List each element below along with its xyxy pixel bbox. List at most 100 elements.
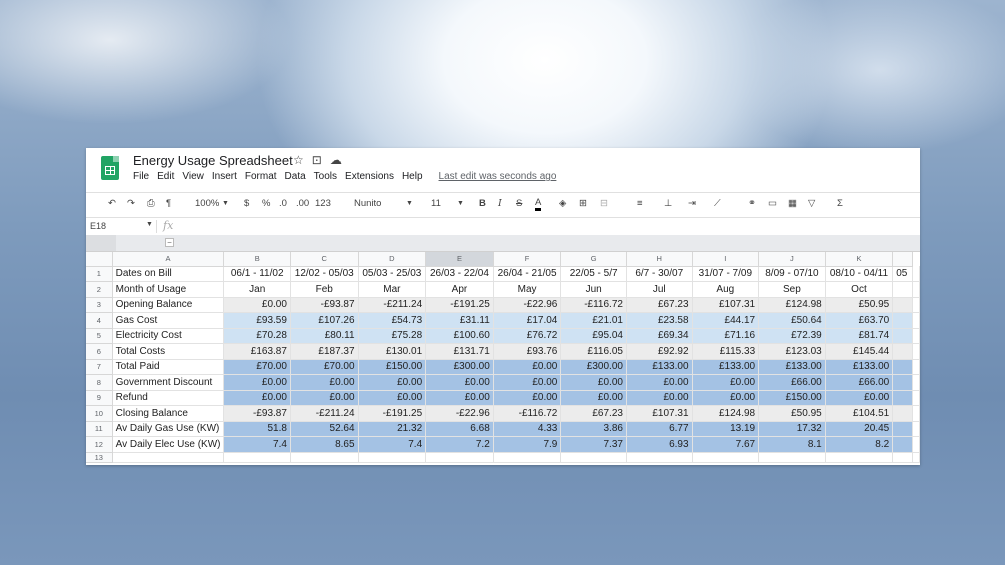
- table-cell[interactable]: [892, 297, 913, 313]
- table-cell[interactable]: [912, 343, 920, 360]
- table-cell[interactable]: 22/05 - 5/7: [560, 266, 627, 282]
- column-header-a[interactable]: A: [112, 252, 225, 267]
- table-cell[interactable]: £100.60: [425, 328, 494, 344]
- table-cell[interactable]: £0.00: [692, 390, 760, 406]
- table-cell[interactable]: £92.92: [626, 343, 693, 360]
- row-label-cell[interactable]: Total Costs: [112, 343, 225, 360]
- table-cell[interactable]: £70.00: [290, 359, 359, 375]
- row-header[interactable]: 6: [86, 343, 113, 360]
- table-cell[interactable]: 52.64: [290, 421, 359, 437]
- table-cell[interactable]: [358, 452, 427, 463]
- italic-button[interactable]: I: [498, 198, 502, 209]
- table-cell[interactable]: [912, 281, 920, 298]
- table-cell[interactable]: £133.00: [692, 359, 760, 375]
- table-cell[interactable]: 05/03 - 25/03: [358, 266, 427, 282]
- table-cell[interactable]: £0.00: [692, 374, 760, 391]
- table-cell[interactable]: 8.2: [825, 436, 894, 453]
- move-folder-icon[interactable]: ⊡: [312, 153, 322, 167]
- table-cell[interactable]: 6/7 - 30/07: [626, 266, 693, 282]
- table-cell[interactable]: [912, 312, 920, 329]
- row-header[interactable]: 12: [86, 436, 113, 453]
- table-cell[interactable]: £80.11: [290, 328, 359, 344]
- table-cell[interactable]: £0.00: [493, 359, 562, 375]
- menu-format[interactable]: Format: [245, 171, 277, 182]
- text-rotation-icon[interactable]: ⟋: [714, 198, 721, 209]
- text-color-button[interactable]: A: [535, 198, 542, 211]
- collapse-group-button[interactable]: −: [165, 238, 174, 247]
- table-cell[interactable]: -£191.25: [425, 297, 494, 313]
- table-cell[interactable]: £67.23: [560, 405, 627, 422]
- table-cell[interactable]: [912, 436, 920, 453]
- more-formats-button[interactable]: 123: [315, 198, 331, 209]
- row-header[interactable]: 11: [86, 421, 113, 437]
- table-cell[interactable]: 20.45: [825, 421, 894, 437]
- table-cell[interactable]: £72.39: [758, 328, 826, 344]
- insert-chart-icon[interactable]: ▦: [788, 198, 797, 209]
- row-label-cell[interactable]: Av Daily Elec Use (KW): [112, 436, 225, 453]
- table-cell[interactable]: 26/03 - 22/04: [425, 266, 494, 282]
- column-header-e[interactable]: E: [425, 252, 494, 267]
- table-cell[interactable]: -£116.72: [493, 405, 562, 422]
- table-cell[interactable]: £0.00: [560, 390, 627, 406]
- row-header[interactable]: 1: [86, 266, 113, 282]
- table-cell[interactable]: £0.00: [223, 390, 291, 406]
- table-cell[interactable]: 3.86: [560, 421, 627, 437]
- table-cell[interactable]: Aug: [692, 281, 760, 298]
- table-cell[interactable]: [626, 452, 693, 463]
- table-cell[interactable]: [892, 405, 913, 422]
- column-header-h[interactable]: H: [626, 252, 693, 267]
- insert-link-icon[interactable]: ⚭: [748, 198, 756, 209]
- row-label-cell[interactable]: [112, 452, 225, 463]
- table-cell[interactable]: [560, 452, 627, 463]
- row-header[interactable]: 5: [86, 328, 113, 344]
- row-header[interactable]: 3: [86, 297, 113, 313]
- font-size-select[interactable]: 11: [431, 198, 441, 209]
- name-box[interactable]: E18: [90, 221, 106, 231]
- table-cell[interactable]: £67.23: [626, 297, 693, 313]
- table-cell[interactable]: 13.19: [692, 421, 760, 437]
- table-cell[interactable]: £81.74: [825, 328, 894, 344]
- row-label-cell[interactable]: Opening Balance: [112, 297, 225, 313]
- increase-decimal-button[interactable]: .00: [296, 198, 309, 209]
- table-cell[interactable]: £130.01: [358, 343, 427, 360]
- table-cell[interactable]: 7.67: [692, 436, 760, 453]
- table-cell[interactable]: £44.17: [692, 312, 760, 329]
- table-cell[interactable]: 06/1 - 11/02: [223, 266, 291, 282]
- print-icon[interactable]: ⎙: [147, 198, 155, 209]
- row-label-cell[interactable]: Government Discount: [112, 374, 225, 391]
- table-cell[interactable]: £50.64: [758, 312, 826, 329]
- table-cell[interactable]: Sep: [758, 281, 826, 298]
- row-header[interactable]: 8: [86, 374, 113, 391]
- table-cell[interactable]: May: [493, 281, 562, 298]
- table-cell[interactable]: £66.00: [758, 374, 826, 391]
- font-chevron-icon[interactable]: ▼: [406, 200, 413, 207]
- table-cell[interactable]: £31.11: [425, 312, 494, 329]
- table-cell[interactable]: £0.00: [358, 390, 427, 406]
- table-cell[interactable]: £0.00: [223, 374, 291, 391]
- table-cell[interactable]: -£211.24: [290, 405, 359, 422]
- table-cell[interactable]: [912, 359, 920, 375]
- table-cell[interactable]: [892, 374, 913, 391]
- table-cell[interactable]: 6.77: [626, 421, 693, 437]
- table-cell[interactable]: [892, 328, 913, 344]
- table-cell[interactable]: [892, 452, 913, 463]
- table-cell[interactable]: £23.58: [626, 312, 693, 329]
- table-cell[interactable]: 05: [892, 266, 913, 282]
- table-cell[interactable]: £0.00: [493, 374, 562, 391]
- table-cell[interactable]: £69.34: [626, 328, 693, 344]
- column-header-b[interactable]: B: [223, 252, 291, 267]
- table-cell[interactable]: £0.00: [493, 390, 562, 406]
- table-cell[interactable]: £150.00: [358, 359, 427, 375]
- table-cell[interactable]: £107.31: [692, 297, 760, 313]
- table-cell[interactable]: 7.9: [493, 436, 562, 453]
- table-cell[interactable]: -£22.96: [425, 405, 494, 422]
- table-cell[interactable]: 26/04 - 21/05: [493, 266, 562, 282]
- table-cell[interactable]: -£22.96: [493, 297, 562, 313]
- table-cell[interactable]: £300.00: [425, 359, 494, 375]
- currency-button[interactable]: $: [244, 198, 249, 209]
- row-header[interactable]: 7: [86, 359, 113, 375]
- column-header-j[interactable]: J: [758, 252, 826, 267]
- table-cell[interactable]: 8/09 - 07/10: [758, 266, 826, 282]
- table-cell[interactable]: £71.16: [692, 328, 760, 344]
- menu-insert[interactable]: Insert: [212, 171, 237, 182]
